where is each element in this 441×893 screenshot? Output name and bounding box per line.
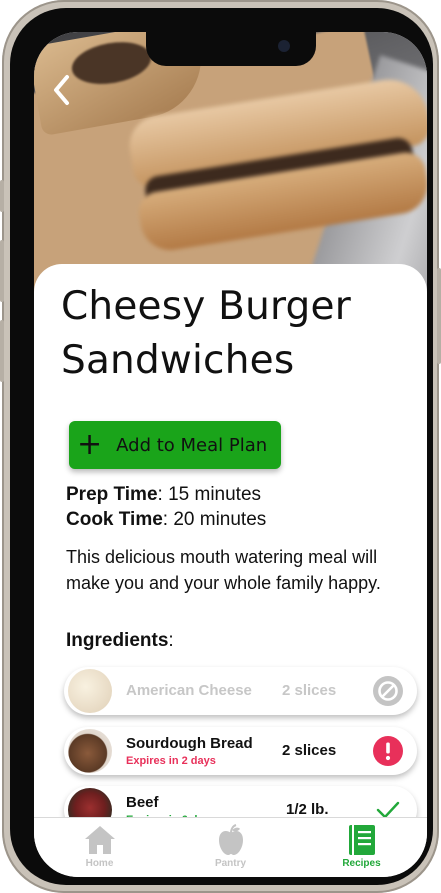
phone-bezel: Cheesy Burger Sandwiches + Add to Meal P…: [10, 8, 433, 885]
nav-label-pantry: Pantry: [214, 858, 247, 869]
ingredient-quantity: 2 slices: [282, 682, 337, 699]
recipe-description: This delicious mouth watering meal will …: [66, 547, 381, 593]
ingredient-name: American Cheese: [126, 682, 252, 699]
add-to-meal-plan-button[interactable]: + Add to Meal Plan: [69, 421, 281, 469]
recipe-times: Prep Time: 15 minutes Cook Time: 20 minu…: [66, 482, 266, 532]
ingredients-heading-colon: :: [168, 630, 174, 651]
ingredient-expiry: Expires in 2 days: [126, 755, 216, 767]
ingredient-quantity: 2 slices: [282, 742, 337, 759]
phone-frame: Cheesy Burger Sandwiches + Add to Meal P…: [0, 0, 441, 893]
nav-item-pantry[interactable]: Pantry: [181, 818, 281, 877]
apple-icon: [218, 824, 243, 855]
volume-up-button: [0, 240, 4, 302]
ingredient-row[interactable]: American Cheese 2 slices: [64, 667, 417, 715]
ingredient-name: Sourdough Bread: [126, 735, 253, 752]
ingredient-row[interactable]: Sourdough Bread Expires in 2 days 2 slic…: [64, 727, 417, 775]
cook-time-label: Cook Time: [66, 509, 163, 530]
home-icon: [84, 826, 115, 854]
plus-icon: +: [77, 427, 103, 462]
ingredients-heading: Ingredients:: [66, 630, 174, 652]
power-button: [437, 268, 441, 364]
prep-time-value: : 15 minutes: [157, 484, 262, 505]
recipe-title: Cheesy Burger Sandwiches: [61, 284, 351, 383]
hero-piece-filling: [68, 36, 155, 90]
nav-item-home[interactable]: Home: [50, 818, 150, 877]
phone-notch: [146, 32, 316, 66]
back-button[interactable]: [48, 72, 76, 108]
ingredients-heading-text: Ingredients: [66, 630, 169, 651]
ban-icon[interactable]: [373, 676, 403, 706]
front-camera: [278, 40, 290, 52]
nav-item-recipes[interactable]: Recipes: [312, 818, 412, 877]
ingredient-quantity: 1/2 lb.: [286, 801, 329, 818]
nav-label-recipes: Recipes: [342, 858, 381, 869]
prep-time-label: Prep Time: [66, 484, 158, 505]
sourdough-bread-thumbnail: [68, 729, 112, 773]
prep-time: Prep Time: 15 minutes: [66, 482, 266, 507]
app-screen: Cheesy Burger Sandwiches + Add to Meal P…: [34, 32, 427, 877]
bottom-navigation: Home Pantry Recipes: [34, 817, 427, 877]
cook-time-value: : 20 minutes: [162, 509, 267, 530]
chevron-left-icon: [54, 75, 69, 105]
nav-label-home: Home: [85, 858, 114, 869]
american-cheese-thumbnail: [68, 669, 112, 713]
cook-time: Cook Time: 20 minutes: [66, 507, 266, 532]
silent-switch: [0, 180, 4, 212]
add-to-meal-plan-label: Add to Meal Plan: [116, 434, 268, 456]
exclamation-icon[interactable]: [373, 736, 403, 766]
recipe-card: Cheesy Burger Sandwiches + Add to Meal P…: [34, 264, 427, 834]
volume-down-button: [0, 320, 4, 382]
ingredient-name: Beef: [126, 794, 159, 811]
book-icon: [348, 825, 375, 855]
